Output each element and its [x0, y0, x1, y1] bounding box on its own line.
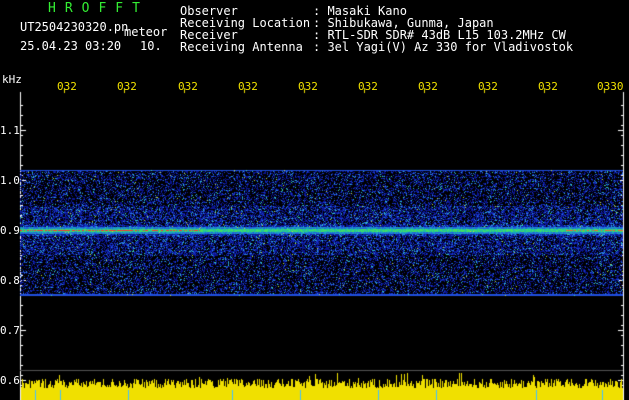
- count-label: 10.: [140, 39, 162, 53]
- x-tick-label: 032: [117, 80, 137, 93]
- y-axis-unit: kHz: [2, 73, 22, 86]
- x-tick-label: 032: [178, 80, 198, 93]
- datetime-label: 25.04.23 03:20: [20, 39, 122, 53]
- x-tick-label: 0330: [597, 80, 624, 93]
- x-tick-label: 032: [298, 80, 318, 93]
- antenna-label: Receiving Antenna: [180, 40, 303, 54]
- x-tick-label: 032: [57, 80, 77, 93]
- x-tick-label: 032: [418, 80, 438, 93]
- y-tick-label: 0.8: [0, 274, 20, 287]
- x-tick-label: 032: [358, 80, 378, 93]
- y-tick-label: 0.6: [0, 374, 20, 387]
- y-tick-label: 1.0: [0, 174, 20, 187]
- x-tick-label: 032: [238, 80, 258, 93]
- antenna-value: : 3el Yagi(V) Az 330 for Vladivostok: [313, 40, 574, 54]
- spectrogram-canvas: [0, 0, 629, 400]
- y-tick-label: 0.9: [0, 224, 20, 237]
- brand-label: HROFFT: [48, 1, 149, 16]
- x-tick-label: 032: [538, 80, 558, 93]
- filename-label: UT2504230320.pn: [20, 20, 129, 34]
- y-tick-label: 0.7: [0, 324, 20, 337]
- x-tick-label: 032: [478, 80, 498, 93]
- y-tick-label: 1.1: [0, 124, 20, 137]
- mode-label: meteor: [124, 25, 168, 39]
